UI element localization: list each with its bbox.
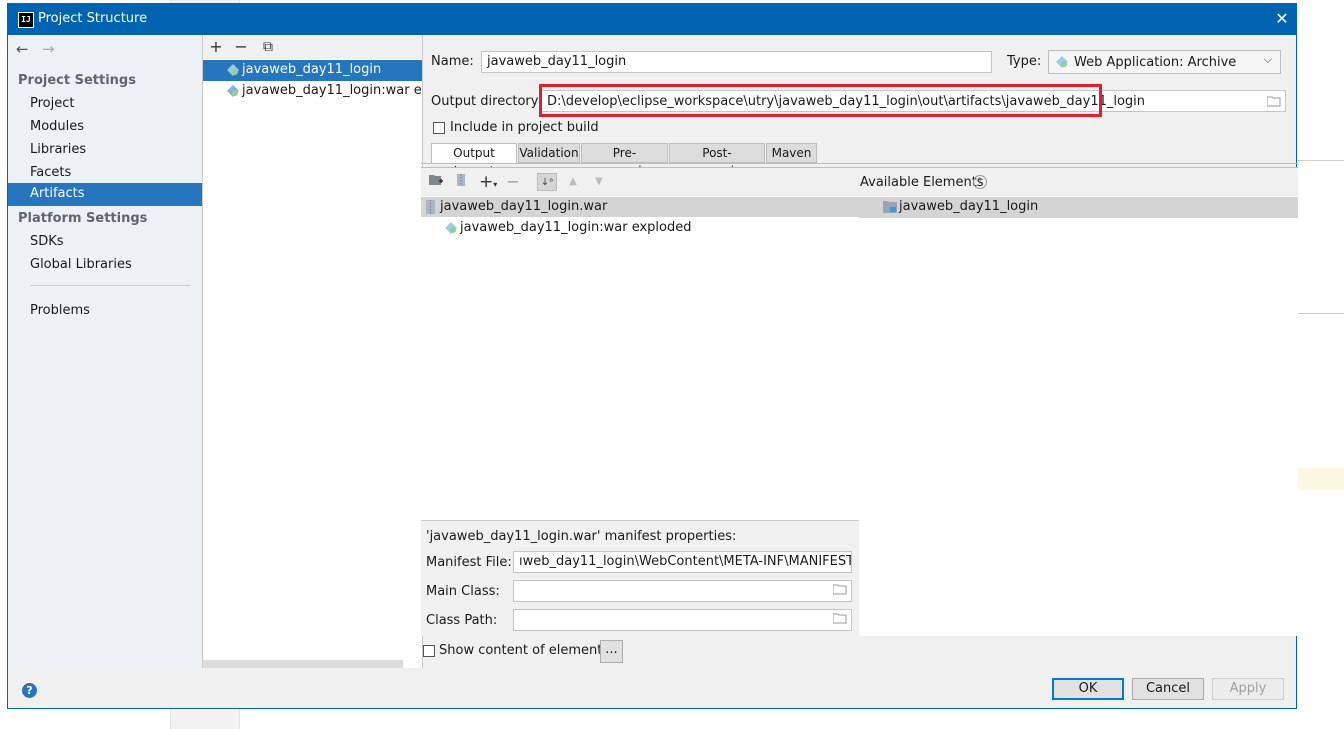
move-down-icon[interactable]: ▼ (590, 173, 608, 191)
web-artifact-icon (227, 85, 239, 97)
artifact-name: javaweb_day11_login:war exploded (242, 83, 422, 98)
show-content-options-button[interactable]: ... (600, 640, 623, 663)
add-artifact-button[interactable]: + (206, 37, 226, 57)
type-label: Type: (1007, 54, 1042, 69)
create-directory-icon[interactable] (427, 173, 445, 191)
output-layout-tree: +▾ − ↓ᵃ ▲ ▼ javaweb_day11_login.war java… (421, 167, 859, 521)
platform-settings-header: Platform Settings (18, 211, 148, 226)
title-bar: IJ Project Structure ✕ (8, 4, 1296, 35)
apply-button[interactable]: Apply (1212, 678, 1284, 700)
list-item[interactable]: javaweb_day11_login (203, 60, 422, 81)
create-archive-icon[interactable] (452, 173, 470, 191)
intellij-logo-icon: IJ (18, 12, 34, 28)
sort-icon[interactable]: ↓ᵃ (537, 173, 557, 191)
class-path-label: Class Path: (426, 613, 498, 628)
manifest-file-label: Manifest File: (426, 555, 512, 570)
available-element-label: javaweb_day11_login (899, 199, 1039, 214)
nav-item-sdks[interactable]: SDKs (30, 234, 64, 249)
type-select[interactable]: Web Application: Archive ⌵ (1048, 50, 1281, 74)
help-button[interactable]: ? (22, 683, 37, 698)
web-artifact-icon (1056, 56, 1068, 68)
show-content-checkbox[interactable] (423, 645, 435, 657)
tab-post-processing[interactable]: Post-processing (669, 143, 765, 178)
artifact-list-toolbar: + − ⧉ (203, 35, 422, 59)
tree-root-label: javaweb_day11_login.war (440, 199, 608, 214)
chevron-down-icon: ⌵ (1263, 53, 1272, 66)
nav-item-libraries[interactable]: Libraries (30, 142, 86, 157)
remove-artifact-button[interactable]: − (231, 37, 251, 57)
tab-output-layout[interactable]: Output Layout (431, 143, 517, 178)
available-elements-panel: Available Elements ? javaweb_day11_login (859, 167, 1298, 636)
add-element-icon[interactable]: +▾ (479, 173, 497, 191)
include-in-build-label: Include in project build (450, 120, 599, 135)
ok-button[interactable]: OK (1052, 678, 1124, 700)
project-structure-dialog: IJ Project Structure ✕ ← → Project Setti… (7, 3, 1298, 709)
background-highlight (1297, 468, 1344, 490)
main-class-label: Main Class: (426, 584, 500, 599)
show-content-label: Show content of elements (439, 643, 610, 658)
available-elements-header: Available Elements ? (859, 168, 1298, 196)
background-divider (1297, 160, 1344, 161)
artifact-list: + − ⧉ javaweb_day11_login javaweb_day11_… (202, 35, 423, 668)
nav-item-project[interactable]: Project (30, 96, 74, 111)
folder-browse-icon[interactable] (833, 613, 847, 624)
name-field[interactable]: javaweb_day11_login (481, 51, 992, 73)
web-artifact-icon (227, 64, 239, 76)
copy-artifact-button[interactable]: ⧉ (258, 37, 278, 57)
manifest-properties-panel: 'javaweb_day11_login.war' manifest prope… (421, 520, 859, 636)
tree-child-label: javaweb_day11_login:war exploded (460, 220, 692, 235)
remove-element-icon[interactable]: − (504, 173, 522, 191)
cancel-button[interactable]: Cancel (1132, 678, 1204, 700)
tab-validation[interactable]: Validation (518, 143, 580, 163)
highlight-annotation-box (539, 84, 1102, 117)
list-item[interactable]: javaweb_day11_login:war exploded (203, 81, 422, 102)
help-icon[interactable]: ? (973, 175, 987, 189)
manifest-header: 'javaweb_day11_login.war' manifest prope… (426, 529, 737, 544)
war-archive-icon (426, 200, 435, 214)
name-label: Name: (431, 54, 474, 69)
web-artifact-icon (445, 222, 457, 234)
class-path-field[interactable] (513, 609, 852, 631)
nav-divider (30, 285, 190, 286)
output-directory-label: Output directory: (431, 94, 542, 109)
available-elements-title: Available Elements (860, 175, 984, 190)
module-folder-icon (883, 201, 897, 213)
tab-divider (421, 163, 1298, 164)
back-arrow-icon[interactable]: ← (16, 40, 29, 58)
nav-item-global-libraries[interactable]: Global Libraries (30, 257, 132, 272)
tab-pre-processing[interactable]: Pre-processing (581, 143, 668, 178)
project-settings-header: Project Settings (18, 73, 136, 88)
tree-row[interactable]: javaweb_day11_login:war exploded (421, 218, 859, 239)
nav-item-artifacts-label: Artifacts (30, 186, 85, 201)
nav-item-modules[interactable]: Modules (30, 119, 84, 134)
close-icon[interactable]: ✕ (1272, 8, 1292, 30)
folder-browse-icon[interactable] (833, 584, 847, 595)
settings-navigation: ← → Project Settings Project Modules Lib… (8, 35, 202, 668)
nav-item-facets[interactable]: Facets (30, 165, 71, 180)
folder-browse-icon[interactable] (1267, 96, 1281, 107)
move-up-icon[interactable]: ▲ (564, 173, 582, 191)
type-value: Web Application: Archive (1074, 55, 1237, 70)
forward-arrow-icon[interactable]: → (42, 40, 55, 58)
tab-maven[interactable]: Maven (766, 143, 817, 163)
output-layout-toolbar: +▾ − ↓ᵃ ▲ ▼ (421, 168, 859, 196)
window-title: Project Structure (38, 11, 148, 26)
include-in-build-checkbox[interactable] (433, 122, 445, 134)
artifact-name: javaweb_day11_login (242, 62, 382, 77)
available-element-row[interactable]: javaweb_day11_login (859, 197, 1298, 218)
background-divider (1297, 313, 1344, 314)
tree-row[interactable]: javaweb_day11_login.war (421, 197, 859, 217)
horizontal-scrollbar[interactable] (203, 660, 403, 668)
main-class-field[interactable] (513, 580, 852, 602)
nav-item-problems[interactable]: Problems (30, 303, 90, 318)
nav-item-artifacts[interactable]: Artifacts (8, 183, 202, 206)
manifest-file-field[interactable]: ıweb_day11_login\WebContent\META-INF\MAN… (513, 551, 852, 573)
